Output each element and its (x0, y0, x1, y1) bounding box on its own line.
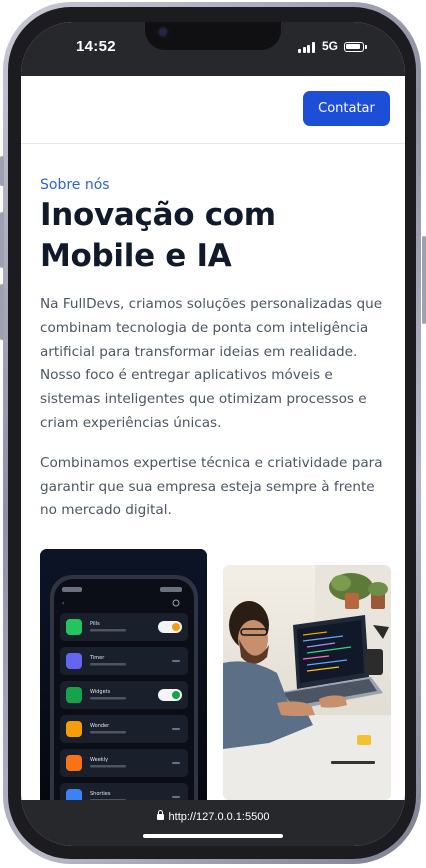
browser-url-bar[interactable]: http://127.0.0.1:5500 (21, 800, 405, 846)
app-item-subtitle (90, 765, 126, 768)
contact-button[interactable]: Contatar (303, 91, 390, 126)
power-button (422, 236, 426, 324)
app-item-label: Pills (90, 621, 100, 627)
home-indicator[interactable] (143, 834, 283, 838)
status-time: 14:52 (76, 38, 116, 55)
app-item-subtitle (90, 697, 126, 700)
camera-icon (159, 28, 167, 36)
web-page: Contatar Sobre nós Inovação com Mobile e… (21, 76, 405, 809)
volume-down-button (0, 284, 4, 340)
app-more-icon (172, 728, 180, 730)
image-gallery: ‹ Pills Timer Widgets Wonder Weekly Shorties (40, 549, 391, 809)
app-icon (66, 721, 82, 737)
app-icon (66, 755, 82, 771)
app-item-label: Widgets (90, 689, 111, 695)
phone-screen: 14:52 5G Contatar Sobre nós Inovação com… (21, 22, 405, 846)
url-text: http://127.0.0.1:5500 (168, 811, 270, 823)
about-section: Sobre nós Inovação com Mobile e IA Na Fu… (21, 177, 405, 523)
section-title: Inovação com Mobile e IA (40, 197, 276, 274)
lock-icon (156, 810, 164, 820)
app-toggle-knob (172, 691, 180, 699)
about-paragraph-1: Na FullDevs, criamos soluções personaliz… (40, 296, 383, 431)
mobile-app-image: ‹ Pills Timer Widgets Wonder Weekly Shorties (40, 549, 207, 809)
action-button (0, 156, 4, 186)
dynamic-island (145, 22, 281, 50)
site-header: Contatar (21, 76, 405, 144)
app-icon (66, 687, 82, 703)
app-more-icon (172, 762, 180, 764)
app-more-icon (172, 796, 180, 798)
status-bar: 14:52 5G (21, 22, 405, 76)
app-item-label: Weekly (90, 757, 108, 763)
volume-up-button (0, 212, 4, 268)
app-item-subtitle (90, 629, 126, 632)
about-paragraph-2: Combinamos expertise técnica e criativid… (40, 454, 383, 519)
developer-photo (223, 565, 391, 800)
app-item-subtitle (90, 731, 126, 734)
developer-illustration (223, 565, 391, 800)
app-icon (66, 619, 82, 635)
url-display[interactable]: http://127.0.0.1:5500 (21, 810, 405, 823)
app-item-label: Wonder (90, 723, 110, 729)
network-type: 5G (322, 39, 339, 53)
section-eyebrow: Sobre nós (40, 177, 110, 193)
app-toggle-knob (172, 623, 180, 631)
app-icon (66, 653, 82, 669)
mobile-app-illustration: ‹ Pills Timer Widgets Wonder Weekly Shorties (40, 549, 207, 809)
svg-text:‹: ‹ (62, 600, 64, 607)
battery-icon (344, 42, 367, 52)
signal-icon (298, 42, 318, 53)
app-item-subtitle (90, 663, 126, 666)
app-item-label: Shorties (90, 791, 111, 797)
app-more-icon (172, 660, 180, 662)
app-item-label: Timer (89, 655, 105, 661)
